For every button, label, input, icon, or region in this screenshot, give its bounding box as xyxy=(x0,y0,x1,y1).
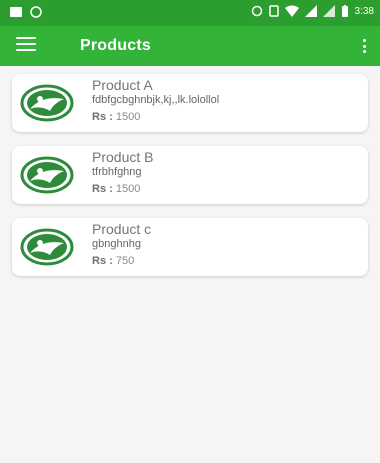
app-bar: Products xyxy=(0,26,380,66)
product-card[interactable]: Product B tfrbhfghng Rs : 1500 xyxy=(12,146,368,204)
product-name: Product c xyxy=(92,221,152,237)
product-price: Rs : 1500 xyxy=(92,111,140,123)
product-name: Product B xyxy=(92,149,154,165)
currency-label: Rs : xyxy=(92,111,113,123)
wifi-icon xyxy=(284,5,299,17)
product-description: tfrbhfghng xyxy=(92,166,142,178)
currency-label: Rs : xyxy=(92,183,113,195)
product-logo-icon xyxy=(20,156,74,194)
more-vert-icon[interactable] xyxy=(358,36,370,56)
product-logo-icon xyxy=(20,228,74,266)
currency-label: Rs : xyxy=(92,255,113,267)
price-value: 1500 xyxy=(115,111,141,123)
product-card[interactable]: Product c gbnghnhg Rs : 750 xyxy=(12,218,368,276)
product-name: Product A xyxy=(92,77,153,93)
product-logo-icon xyxy=(20,84,74,122)
product-price: Rs : 750 xyxy=(92,255,134,267)
battery-icon xyxy=(341,5,348,17)
signal-2-icon xyxy=(322,5,335,17)
hamburger-menu-icon[interactable] xyxy=(16,37,36,55)
product-card[interactable]: Product A fdbfgcbghnbjk,kj,,lk.lolollol … xyxy=(12,74,368,132)
price-value: 1500 xyxy=(115,183,141,195)
product-description: fdbfgcbghnbjk,kj,,lk.lolollol xyxy=(92,94,220,106)
sync-icon xyxy=(251,5,262,17)
product-description: gbnghnhg xyxy=(92,238,141,250)
signal-icon xyxy=(304,5,317,17)
status-time: 3:38 xyxy=(354,5,374,17)
page-title: Products xyxy=(80,37,151,54)
message-icon xyxy=(10,7,22,17)
whatsapp-icon xyxy=(30,6,42,18)
status-right-icons: 3:38 xyxy=(251,5,374,17)
product-price: Rs : 1500 xyxy=(92,183,140,195)
status-bar: 3:38 xyxy=(0,0,380,26)
vibrate-icon xyxy=(268,5,279,17)
status-left-icons xyxy=(10,6,42,18)
price-value: 750 xyxy=(115,255,135,267)
